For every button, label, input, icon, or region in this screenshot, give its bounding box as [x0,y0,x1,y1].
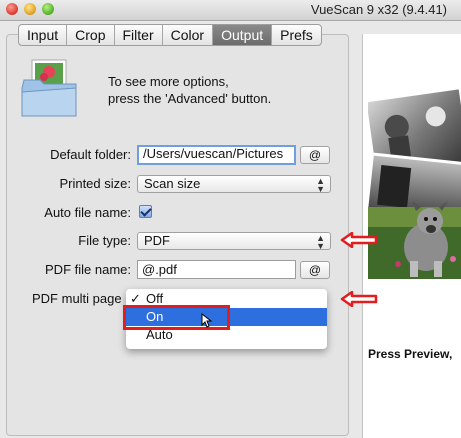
pdf-multi-page-label: PDF multi page [32,291,122,306]
close-window-button[interactable] [6,3,18,15]
up-down-arrows-icon: ▲ ▼ [316,176,325,194]
tab-color[interactable]: Color [163,25,214,45]
tab-bar: Input Crop Filter Color Output Prefs [18,24,322,46]
auto-file-name-label: Auto file name: [44,205,131,220]
file-type-select[interactable]: PDF ▲ ▼ [137,232,331,251]
tab-input[interactable]: Input [19,25,68,45]
zoom-window-button[interactable] [42,3,54,15]
hint-line-2: press the 'Advanced' button. [108,91,272,106]
file-type-label: File type: [78,233,131,248]
preview-hint-text: Press Preview, [368,347,453,361]
default-folder-input[interactable]: /Users/vuescan/Pictures [137,145,296,165]
advanced-hint: To see more options, press the 'Advanced… [108,73,271,107]
up-down-arrows-icon: ▲ ▼ [316,233,325,251]
tab-output[interactable]: Output [213,25,273,45]
highlight-box [123,305,230,330]
title-bar: VueScan 9 x32 (9.4.41) [0,0,461,21]
red-arrow-icon [340,232,378,248]
mouse-cursor-icon [201,313,213,328]
printed-size-label: Printed size: [59,176,131,191]
pdf-file-name-input[interactable]: @.pdf [137,260,296,279]
printed-size-select[interactable]: Scan size ▲ ▼ [137,175,331,194]
tab-prefs[interactable]: Prefs [272,25,321,45]
file-type-value: PDF [144,233,170,248]
preview-photos-image [368,89,461,279]
tab-crop[interactable]: Crop [67,25,115,45]
minimize-window-button[interactable] [24,3,36,15]
default-folder-label: Default folder: [50,147,131,162]
default-folder-browse-button[interactable]: @ [300,146,330,164]
auto-file-name-checkbox[interactable] [139,205,152,218]
window-title: VueScan 9 x32 (9.4.41) [310,2,447,17]
pdf-file-name-label: PDF file name: [45,262,131,277]
tab-filter[interactable]: Filter [115,25,163,45]
folder-photo-icon [21,59,77,117]
red-arrow-icon [340,291,378,307]
pdf-file-name-browse-button[interactable]: @ [300,261,330,279]
hint-line-1: To see more options, [108,74,229,89]
printed-size-value: Scan size [144,176,201,191]
